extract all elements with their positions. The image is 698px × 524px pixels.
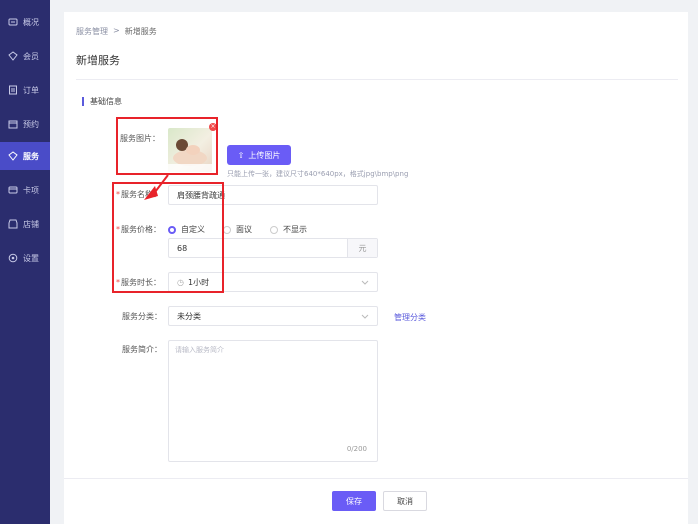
sidebar-item-label: 会员	[23, 51, 39, 61]
upload-tip: 只能上传一张，建议尺寸640*640px，格式jpg\bmp\png	[227, 170, 409, 178]
section-title: 基础信息	[90, 97, 122, 106]
intro-textarea[interactable]: 请输入服务简介 0/200	[168, 340, 378, 462]
upload-button-label: 上传图片	[248, 150, 281, 160]
footer-divider	[64, 478, 688, 479]
sidebar-item-service[interactable]: 服务	[0, 142, 50, 170]
category-value: 未分类	[177, 311, 201, 321]
sidebar-item-member[interactable]: 会员	[0, 42, 50, 70]
sidebar-item-store[interactable]: 店铺	[0, 210, 50, 238]
radio-label: 自定义	[181, 225, 205, 234]
name-label-text: 服务名称：	[121, 190, 161, 199]
sidebar-item-label: 设置	[23, 253, 39, 263]
save-button[interactable]: 保存	[332, 491, 376, 511]
price-label: *服务价格：	[116, 224, 161, 235]
section-header: 基础信息	[82, 96, 122, 107]
price-label-text: 服务价格：	[121, 225, 161, 234]
required-mark: *	[116, 190, 120, 199]
sidebar-item-appointment[interactable]: 预约	[0, 110, 50, 138]
member-icon	[8, 51, 18, 61]
divider	[76, 79, 678, 80]
service-image-thumbnail	[168, 128, 212, 172]
sidebar-item-order[interactable]: 订单	[0, 76, 50, 104]
price-type-radio-group: 自定义 面议 不显示	[168, 224, 307, 235]
store-icon	[8, 219, 18, 229]
price-unit: 元	[347, 239, 377, 257]
breadcrumb-current: 新增服务	[124, 27, 157, 36]
radio-unselected-icon	[270, 225, 278, 234]
price-value: 68	[177, 243, 188, 253]
duration-label-text: 服务时长：	[121, 278, 161, 287]
category-label: 服务分类：	[122, 312, 162, 321]
breadcrumb-separator: >	[113, 26, 120, 35]
intro-placeholder: 请输入服务简介	[175, 346, 224, 354]
sidebar-item-label: 卡项	[23, 185, 39, 195]
upload-image-button[interactable]: ⇧ 上传图片	[227, 145, 291, 165]
cancel-button[interactable]: 取消	[383, 491, 427, 511]
intro-char-counter: 0/200	[346, 445, 367, 453]
category-select[interactable]: 未分类	[168, 306, 378, 326]
card-icon	[8, 185, 18, 195]
service-icon	[8, 151, 18, 161]
name-label: *服务名称：	[116, 189, 161, 200]
dashboard-icon	[8, 17, 18, 27]
upload-icon: ⇧	[237, 150, 245, 160]
main-panel: 服务管理 > 新增服务 新增服务 基础信息 服务图片： × ⇧ 上传图片 只能上…	[64, 12, 688, 524]
sidebar-item-label: 服务	[23, 151, 39, 161]
page-title: 新增服务	[76, 54, 120, 67]
required-mark: *	[116, 225, 120, 234]
breadcrumb: 服务管理 > 新增服务	[76, 26, 157, 37]
price-input[interactable]: 68 元	[168, 238, 378, 258]
required-mark: *	[116, 278, 120, 287]
duration-select[interactable]: ◷ 1小时	[168, 272, 378, 292]
appointment-icon	[8, 119, 18, 129]
delete-image-icon[interactable]: ×	[209, 123, 217, 131]
sidebar-item-label: 店铺	[23, 219, 39, 229]
sidebar-item-overview[interactable]: 概况	[0, 8, 50, 36]
clock-icon: ◷	[177, 277, 184, 287]
radio-unselected-icon	[223, 225, 231, 234]
duration-value: 1小时	[187, 277, 210, 287]
sidebar-item-card[interactable]: 卡项	[0, 176, 50, 204]
sidebar-item-settings[interactable]: 设置	[0, 244, 50, 272]
intro-label: 服务简介：	[122, 345, 162, 354]
radio-selected-icon	[168, 225, 176, 234]
breadcrumb-parent[interactable]: 服务管理	[76, 26, 108, 37]
sidebar-item-label: 预约	[23, 119, 39, 129]
radio-label: 不显示	[283, 225, 307, 234]
chevron-down-icon	[361, 314, 369, 319]
radio-label: 面议	[236, 225, 252, 234]
order-icon	[8, 85, 18, 95]
manage-category-link[interactable]: 管理分类	[394, 312, 426, 323]
duration-label: *服务时长：	[116, 277, 161, 288]
sidebar-item-label: 概况	[23, 17, 39, 27]
sidebar-item-label: 订单	[23, 85, 39, 95]
section-marker	[82, 97, 84, 106]
sidebar: 概况 会员 订单 预约 服务 卡项 店铺 设置	[0, 0, 50, 524]
radio-hidden[interactable]: 不显示	[270, 224, 307, 235]
image-label: 服务图片：	[120, 134, 160, 143]
radio-negotiable[interactable]: 面议	[223, 224, 252, 235]
settings-icon	[8, 253, 18, 263]
radio-custom[interactable]: 自定义	[168, 224, 205, 235]
chevron-down-icon	[361, 280, 369, 285]
service-name-input[interactable]: 肩颈腰背疏通	[168, 185, 378, 205]
